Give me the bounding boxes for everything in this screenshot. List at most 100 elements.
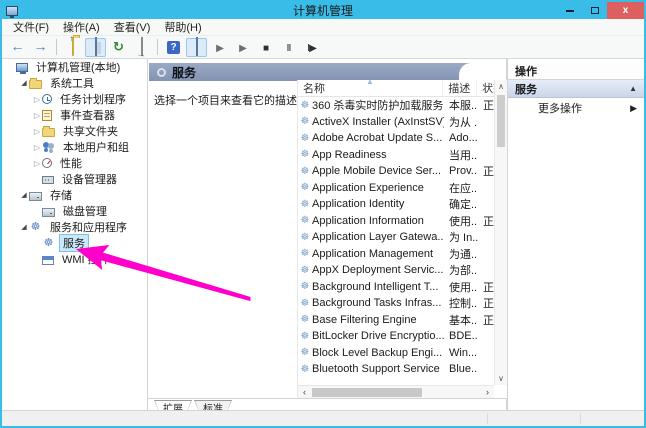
tree-item-磁盘管理[interactable]: 磁盘管理 <box>2 203 147 219</box>
tree-item-任务计划程序[interactable]: ▷任务计划程序 <box>2 91 147 107</box>
service-name: AppX Deployment Servic... <box>312 264 444 276</box>
tree-item-服务和应用程序[interactable]: ◢☸服务和应用程序 <box>2 219 147 235</box>
start-service-button[interactable]: ▶ <box>209 38 230 57</box>
scroll-up-icon[interactable]: ∧ <box>495 80 507 93</box>
scroll-left-icon[interactable]: ‹ <box>298 386 311 398</box>
tree-item-服务[interactable]: ☸服务 <box>2 235 147 251</box>
help-icon: ? <box>167 41 180 54</box>
services-header-gear-icon <box>157 68 166 77</box>
expander-collapsed-icon[interactable]: ▷ <box>32 111 42 120</box>
service-description: 本服... <box>444 97 478 113</box>
expander-expanded-icon[interactable]: ◢ <box>19 191 29 199</box>
refresh-button[interactable]: ↻ <box>108 38 129 57</box>
restart-service-button[interactable]: Ⅰ▶ <box>301 38 322 57</box>
service-gear-icon: ☸ <box>298 166 312 177</box>
service-row[interactable]: ☸App Readiness当用... <box>298 147 494 164</box>
stop-service-button[interactable]: ■ <box>255 38 276 57</box>
service-row[interactable]: ☸Background Intelligent T...使用...正在... <box>298 279 494 296</box>
service-name: Background Intelligent T... <box>312 281 444 293</box>
service-row[interactable]: ☸Background Tasks Infras...控制...正在... <box>298 295 494 312</box>
service-gear-icon: ☸ <box>298 232 312 243</box>
service-row[interactable]: ☸Application Layer Gatewa...为 In... <box>298 229 494 246</box>
service-row[interactable]: ☸BitLocker Drive Encryptio...BDE... <box>298 328 494 345</box>
toolbar-separator <box>157 39 158 55</box>
expander-collapsed-icon[interactable]: ▷ <box>32 127 42 136</box>
expander-collapsed-icon[interactable]: ▷ <box>32 159 42 168</box>
column-header-status[interactable]: 状态 <box>477 80 494 96</box>
service-description: Prov... <box>444 165 478 177</box>
service-row[interactable]: ☸Application Management为通... <box>298 246 494 263</box>
service-name: Block Level Backup Engi... <box>312 347 444 359</box>
service-row[interactable]: ☸Application Identity确定... <box>298 196 494 213</box>
menu-item-2[interactable]: 查看(V) <box>107 18 158 36</box>
service-description: 控制... <box>444 295 478 311</box>
service-name: Application Management <box>312 248 444 260</box>
close-button[interactable]: x <box>607 2 644 19</box>
column-header-name[interactable]: 名称 ▲ <box>298 80 443 96</box>
forward-button[interactable]: → <box>30 38 51 57</box>
clock-icon <box>42 94 52 104</box>
console-window-button[interactable] <box>85 38 106 57</box>
column-header-description[interactable]: 描述 <box>443 80 477 96</box>
action-pane-button[interactable] <box>186 38 207 57</box>
menu-item-0[interactable]: 文件(F) <box>6 18 56 36</box>
scroll-down-icon[interactable]: ∨ <box>495 372 507 385</box>
service-row[interactable]: ☸Apple Mobile Device Ser...Prov...正在... <box>298 163 494 180</box>
minimize-button[interactable] <box>557 2 582 19</box>
service-row[interactable]: ☸Application Information使用...正在... <box>298 213 494 230</box>
expander-expanded-icon[interactable]: ◢ <box>19 79 29 87</box>
service-row[interactable]: ☸AppX Deployment Servic...为部... <box>298 262 494 279</box>
service-gear-icon: ☸ <box>298 265 312 276</box>
export-list-button[interactable] <box>131 38 152 57</box>
expander-collapsed-icon[interactable]: ▷ <box>32 95 42 104</box>
service-status: 正在... <box>478 97 494 113</box>
maximize-button[interactable] <box>582 2 607 19</box>
list-sheet-corner <box>459 63 506 81</box>
service-row[interactable]: ☸Adobe Acrobat Update S...Ado... <box>298 130 494 147</box>
menu-item-1[interactable]: 操作(A) <box>56 18 107 36</box>
service-row[interactable]: ☸Base Filtering Engine基本...正在... <box>298 312 494 329</box>
tree-item-系统工具[interactable]: ◢系统工具 <box>2 75 147 91</box>
expander-collapsed-icon[interactable]: ▷ <box>32 143 42 152</box>
status-bar-divider <box>487 413 488 424</box>
more-actions-item[interactable]: 更多操作 ▶ <box>508 100 644 116</box>
menu-item-3[interactable]: 帮助(H) <box>157 18 208 36</box>
horizontal-scroll-thumb[interactable] <box>312 388 422 397</box>
status-bar-divider <box>580 413 581 424</box>
actions-section-services[interactable]: 服务 ▲ <box>508 80 644 98</box>
expander-expanded-icon[interactable]: ◢ <box>19 223 29 231</box>
service-row[interactable]: ☸Application Experience在应... <box>298 180 494 197</box>
tree-item-性能[interactable]: ▷性能 <box>2 155 147 171</box>
console-tree-panel: 计算机管理(本地)◢系统工具▷任务计划程序▷事件查看器▷共享文件夹▷本地用户和组… <box>2 59 148 410</box>
vertical-scroll-thumb[interactable] <box>497 95 505 147</box>
up-folder-button[interactable] <box>62 38 83 57</box>
service-row[interactable]: ☸ActiveX Installer (AxInstSV)为从 ... <box>298 114 494 131</box>
service-name: Adobe Acrobat Update S... <box>312 132 444 144</box>
toolbar: ←→↻?▶▶■ⅡⅠ▶ <box>2 36 644 59</box>
computer-icon <box>16 63 28 72</box>
resume-service-button[interactable]: ▶ <box>232 38 253 57</box>
tree-item-存储[interactable]: ◢存储 <box>2 187 147 203</box>
help-button[interactable]: ? <box>163 38 184 57</box>
tree-item-事件查看器[interactable]: ▷事件查看器 <box>2 107 147 123</box>
tree-item-WMI 控件[interactable]: WMI 控件 <box>2 251 147 267</box>
service-row[interactable]: ☸Block Level Backup Engi...Win... <box>298 345 494 362</box>
service-row[interactable]: ☸360 杀毒实时防护加载服务本服...正在... <box>298 97 494 114</box>
back-button[interactable]: ← <box>7 38 28 57</box>
horizontal-scrollbar[interactable]: ‹ › <box>298 385 494 398</box>
pause-service-button[interactable]: Ⅱ <box>278 38 299 57</box>
service-name: Background Tasks Infras... <box>312 297 444 309</box>
scroll-right-icon[interactable]: › <box>481 386 494 398</box>
vertical-scrollbar[interactable]: ∧ ∨ <box>494 80 507 385</box>
service-name: Bluetooth Support Service <box>312 363 444 375</box>
tree-item-本地用户和组[interactable]: ▷本地用户和组 <box>2 139 147 155</box>
tree-item-设备管理器[interactable]: 设备管理器 <box>2 171 147 187</box>
service-description: 使用... <box>444 213 478 229</box>
collapse-section-icon[interactable]: ▲ <box>629 84 637 93</box>
menu-bar: 文件(F)操作(A)查看(V)帮助(H) <box>2 19 644 36</box>
service-description: 为 In... <box>444 229 478 245</box>
folder-icon <box>42 128 55 137</box>
service-row[interactable]: ☸Bluetooth Support ServiceBlue... <box>298 361 494 378</box>
tree-item-共享文件夹[interactable]: ▷共享文件夹 <box>2 123 147 139</box>
tree-item-计算机管理(本地)[interactable]: 计算机管理(本地) <box>2 59 147 75</box>
